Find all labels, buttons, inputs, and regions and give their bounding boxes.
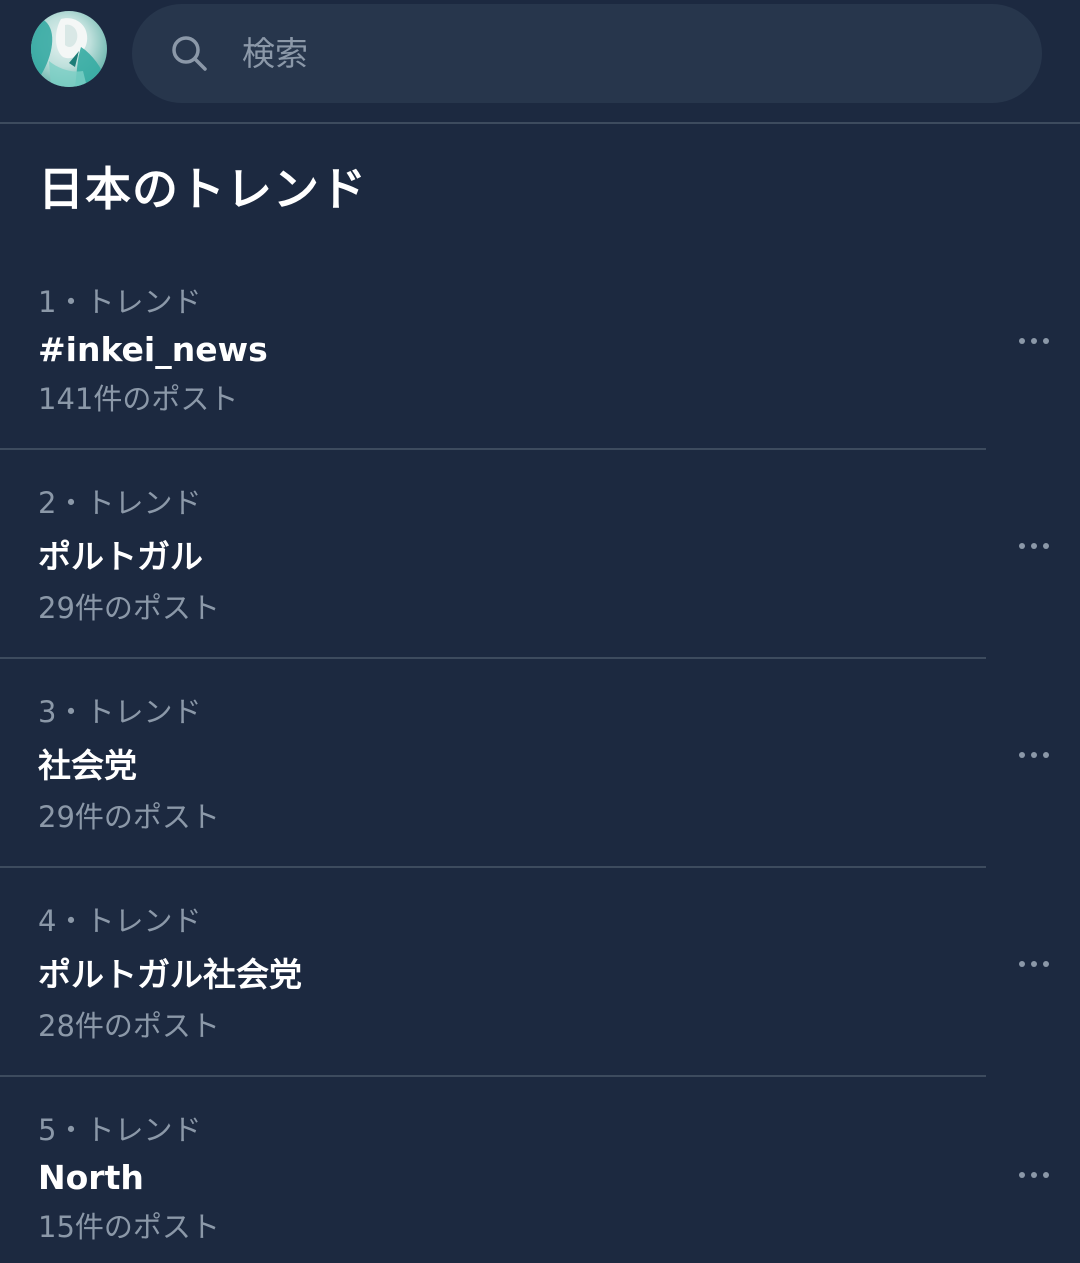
trend-post-count: 15件のポスト xyxy=(38,1210,220,1244)
divider xyxy=(0,448,986,450)
more-options-icon[interactable] xyxy=(1010,537,1056,557)
trend-rank: 2・トレンド xyxy=(38,486,202,520)
trend-post-count: 28件のポスト xyxy=(38,1009,220,1043)
trend-list: 1・トレンド #inkei_news 141件のポスト 2・トレンド ポルトガル… xyxy=(0,0,1080,1263)
more-options-icon[interactable] xyxy=(1010,1166,1056,1186)
trend-rank: 5・トレンド xyxy=(38,1113,202,1147)
trend-post-count: 29件のポスト xyxy=(38,591,220,625)
divider xyxy=(0,657,986,659)
divider xyxy=(0,866,986,868)
more-options-icon[interactable] xyxy=(1010,332,1056,352)
trend-rank: 1・トレンド xyxy=(38,285,202,319)
trend-rank: 4・トレンド xyxy=(38,904,202,938)
divider xyxy=(0,1075,986,1077)
trend-topic: #inkei_news xyxy=(38,330,268,369)
trend-topic: 社会党 xyxy=(38,746,137,785)
trend-post-count: 141件のポスト xyxy=(38,382,239,416)
trend-topic: North xyxy=(38,1158,144,1197)
more-options-icon[interactable] xyxy=(1010,955,1056,975)
trend-post-count: 29件のポスト xyxy=(38,800,220,834)
trend-topic: ポルトガル xyxy=(38,537,203,576)
trend-topic: ポルトガル社会党 xyxy=(38,955,302,994)
more-options-icon[interactable] xyxy=(1010,746,1056,766)
trend-rank: 3・トレンド xyxy=(38,695,202,729)
